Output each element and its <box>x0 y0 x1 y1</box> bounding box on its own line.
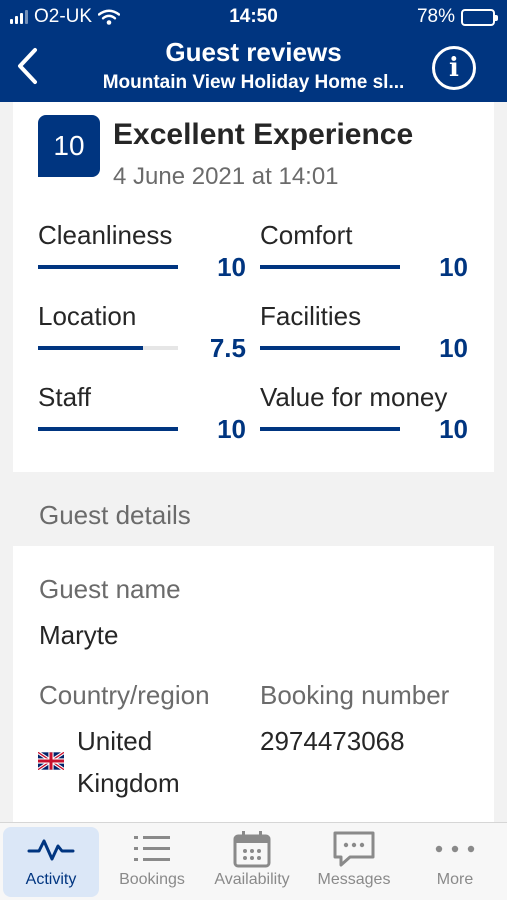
metric-label: Staff <box>38 382 92 412</box>
more-icon <box>435 845 475 853</box>
booking-number-label: Booking number <box>260 680 450 710</box>
review-headline: Excellent Experience <box>113 118 414 151</box>
top-bar: O2-UK 14:50 78% Guest reviews Mountain V… <box>0 0 507 102</box>
metric-label: Comfort <box>260 220 353 250</box>
metric-location: Location 7.5 <box>38 301 246 371</box>
tab-activity[interactable]: Activity <box>3 827 99 897</box>
metric-bar <box>260 265 400 269</box>
country-line-2: Kingdom <box>77 768 180 798</box>
metric-track <box>38 346 178 350</box>
guest-details-card: Guest name Maryte Country/region United … <box>13 546 494 822</box>
metric-value: 10 <box>439 333 468 363</box>
battery-percent: 78% <box>416 6 455 27</box>
info-icon: i <box>449 53 459 83</box>
metric-track <box>260 265 400 269</box>
status-right: 78% <box>416 6 498 28</box>
metric-track <box>38 427 178 431</box>
metric-label: Value for money <box>260 382 448 412</box>
guest-name-label: Guest name <box>39 574 181 604</box>
calendar-icon <box>233 831 271 868</box>
score-badge: 10 <box>38 115 100 177</box>
page-title: Guest reviews <box>165 37 342 67</box>
uk-flag-icon <box>38 752 64 770</box>
metric-value: 10 <box>439 252 468 282</box>
metric-value: 10 <box>439 414 468 444</box>
tab-more[interactable]: More <box>407 827 503 897</box>
metric-bar <box>260 346 400 350</box>
battery-icon <box>461 8 498 26</box>
metric-bar <box>260 427 400 431</box>
review-card: 10 Excellent Experience 4 June 2021 at 1… <box>13 102 494 472</box>
country-line-1: United <box>77 726 153 756</box>
country-value: United Kingdom <box>77 720 180 804</box>
metric-label: Cleanliness <box>38 220 173 250</box>
guest-name: Maryte <box>39 620 119 650</box>
metric-staff: Staff 10 <box>38 382 246 452</box>
metric-bar <box>38 265 178 269</box>
tab-label: Activity <box>25 871 77 888</box>
back-button[interactable] <box>10 44 44 88</box>
tab-bookings[interactable]: Bookings <box>104 827 200 897</box>
review-date: 4 June 2021 at 14:01 <box>113 163 339 190</box>
list-icon <box>134 836 170 861</box>
metric-track <box>260 346 400 350</box>
metric-value: 10 <box>217 252 246 282</box>
metric-value: 10 <box>217 414 246 444</box>
metric-value: 7.5 <box>209 333 246 363</box>
metric-bar <box>38 346 143 350</box>
metric-facilities: Facilities 10 <box>260 301 468 371</box>
metric-track <box>260 427 400 431</box>
metric-label: Location <box>38 301 137 331</box>
activity-icon <box>27 839 75 861</box>
metric-value-for-money: Value for money 10 <box>260 382 468 452</box>
metric-label: Facilities <box>260 301 362 331</box>
country-label: Country/region <box>39 680 210 710</box>
tab-messages[interactable]: Messages <box>306 827 402 897</box>
info-button[interactable]: i <box>432 46 476 90</box>
tab-label: More <box>436 871 474 888</box>
booking-number[interactable]: 2974473068 <box>260 720 405 762</box>
metric-track <box>38 265 178 269</box>
tab-bar: Activity Bookings Availability Messages … <box>0 822 507 900</box>
tab-label: Messages <box>317 871 391 888</box>
metric-bar <box>38 427 178 431</box>
tab-availability[interactable]: Availability <box>204 827 300 897</box>
chevron-left-icon <box>18 48 37 84</box>
tab-label: Availability <box>214 871 290 888</box>
page-subtitle: Mountain View Holiday Home sl... <box>102 72 405 93</box>
chat-icon <box>333 831 375 867</box>
status-bar: O2-UK 14:50 78% <box>0 0 507 32</box>
metric-comfort: Comfort 10 <box>260 220 468 290</box>
tab-label: Bookings <box>119 871 185 888</box>
section-title-guest-details: Guest details <box>39 500 191 530</box>
metric-cleanliness: Cleanliness 10 <box>38 220 246 290</box>
